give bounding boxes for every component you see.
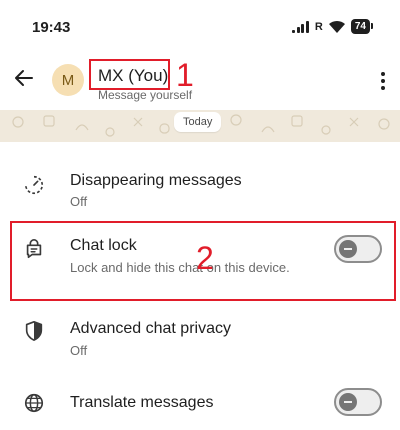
status-icons: R 74	[292, 19, 374, 34]
signal-icon	[292, 20, 309, 33]
annotation-box-1	[89, 59, 170, 90]
annotation-number-2: 2	[196, 240, 214, 276]
avatar[interactable]: M	[52, 64, 84, 96]
setting-translate-messages[interactable]: Translate messages	[0, 380, 400, 426]
setting-title: Disappearing messages	[70, 172, 242, 189]
status-bar: 19:43 R 74	[0, 0, 400, 56]
more-vert-icon[interactable]	[380, 72, 386, 92]
globe-icon	[24, 393, 44, 413]
setting-title: Advanced chat privacy	[70, 320, 231, 337]
setting-subtitle: Off	[70, 194, 88, 209]
chat-header: M MX (You) Message yourself	[0, 56, 400, 110]
translate-toggle[interactable]	[334, 388, 382, 416]
toggle-knob	[339, 393, 357, 411]
wifi-icon	[328, 20, 345, 33]
status-time: 19:43	[32, 19, 71, 36]
network-type-label: R	[314, 20, 323, 33]
battery-icon: 74	[350, 19, 374, 34]
setting-title: Translate messages	[70, 394, 214, 411]
annotation-number-1: 1	[176, 57, 194, 93]
timer-icon	[24, 175, 44, 195]
setting-subtitle: Off	[70, 343, 88, 358]
arrow-left-icon[interactable]	[12, 66, 36, 90]
setting-disappearing-messages[interactable]: Disappearing messages Off	[0, 160, 400, 216]
date-chip: Today	[174, 112, 222, 132]
setting-advanced-chat-privacy[interactable]: Advanced chat privacy Off	[0, 308, 400, 364]
shield-icon	[25, 321, 43, 341]
